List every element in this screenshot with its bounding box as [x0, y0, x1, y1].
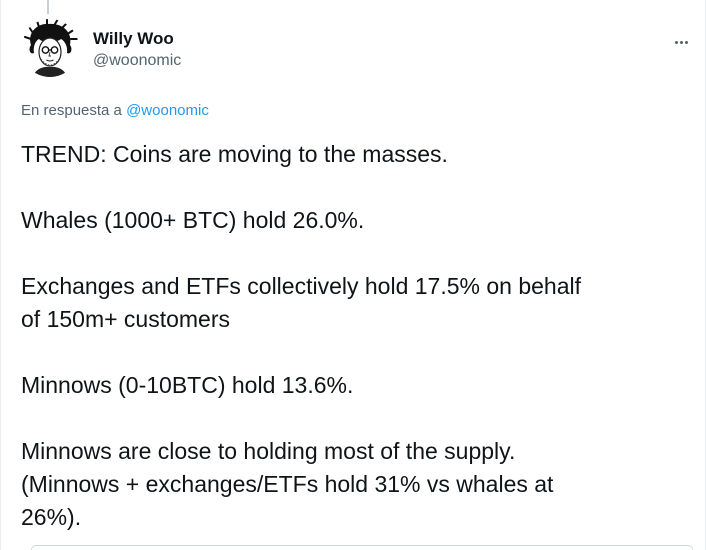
reply-mention-link[interactable]: @woonomic	[126, 102, 209, 119]
tweet-text-line: TREND: Coins are moving to the masses.	[21, 141, 448, 167]
more-horizontal-icon	[674, 29, 689, 48]
tweet-text-line: 26%).	[21, 504, 82, 530]
more-options-button[interactable]	[669, 26, 693, 50]
tweet-paragraph: Exchanges and ETFs collectively hold 17.…	[21, 270, 691, 336]
tweet-card[interactable]: Willy Woo @woonomic En respuesta a @woon…	[0, 0, 706, 550]
tweet-text-line: of 150m+ customers	[21, 306, 231, 332]
tweet-text-line: (Minnows + exchanges/ETFs hold 31% vs wh…	[21, 471, 554, 497]
author-display-name[interactable]: Willy Woo	[93, 28, 181, 50]
thread-connector-line	[47, 0, 49, 14]
embedded-card-top-edge	[31, 545, 693, 550]
tweet-author: Willy Woo @woonomic	[93, 28, 181, 71]
tweet-text-line: Minnows are close to holding most of the…	[21, 438, 516, 464]
tweet-paragraph: Minnows (0-10BTC) hold 13.6%.	[21, 369, 691, 402]
tweet-text-line: Minnows (0-10BTC) hold 13.6%.	[21, 372, 354, 398]
tweet-paragraph: TREND: Coins are moving to the masses.	[21, 138, 691, 171]
author-handle[interactable]: @woonomic	[93, 51, 181, 71]
tweet-text-line: Exchanges and ETFs collectively hold 17.…	[21, 273, 581, 299]
avatar[interactable]	[21, 19, 79, 77]
tweet-paragraph: Minnows are close to holding most of the…	[21, 435, 691, 534]
reply-context: En respuesta a @woonomic	[21, 101, 209, 121]
avatar-portrait-image	[21, 19, 79, 77]
reply-context-prefix: En respuesta a	[21, 102, 122, 119]
tweet-text-line: Whales (1000+ BTC) hold 26.0%.	[21, 207, 365, 233]
tweet-paragraph: Whales (1000+ BTC) hold 26.0%.	[21, 204, 691, 237]
tweet-text: TREND: Coins are moving to the masses. W…	[21, 138, 691, 534]
